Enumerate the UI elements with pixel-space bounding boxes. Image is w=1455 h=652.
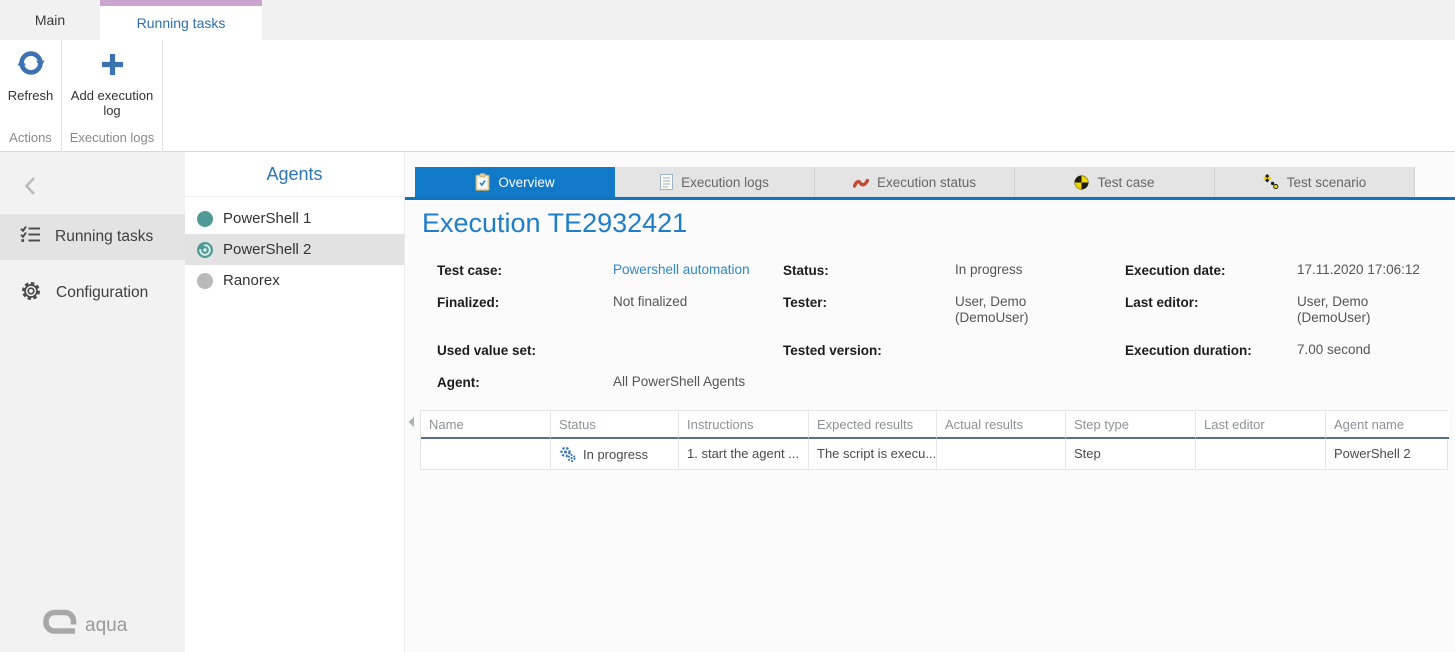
agent-label: Ranorex bbox=[223, 272, 280, 289]
column-header-instructions[interactable]: Instructions bbox=[679, 411, 809, 439]
tab-test-scenario[interactable]: Test scenario bbox=[1215, 167, 1415, 197]
ribbon-toolbar: Refresh Actions Add execution log bbox=[0, 40, 1455, 152]
agent-row-powershell-2[interactable]: PowerShell 2 bbox=[185, 234, 404, 265]
field-value-execution-date: 17.11.2020 17:06:12 bbox=[1297, 262, 1455, 278]
tab-label: Execution status bbox=[877, 175, 976, 190]
field-label-agent: Agent: bbox=[437, 374, 613, 392]
agents-panel: Agents PowerShell 1 PowerShell 2 Ranore bbox=[185, 152, 405, 652]
field-label-tested-version: Tested version: bbox=[783, 342, 955, 360]
tab-execution-logs[interactable]: Execution logs bbox=[615, 167, 815, 197]
steps-table: Name Status Instructions Expected result… bbox=[420, 410, 1448, 470]
gears-icon bbox=[559, 446, 577, 463]
ribbon: Main Running tasks Re bbox=[0, 0, 1455, 152]
column-header-actual-results[interactable]: Actual results bbox=[937, 411, 1066, 439]
aqua-logo-text: aqua bbox=[85, 615, 127, 637]
cell-step-type: Step bbox=[1066, 439, 1196, 469]
column-header-agent-name[interactable]: Agent name bbox=[1326, 411, 1449, 439]
tab-label: Test case bbox=[1097, 175, 1154, 190]
triangle-left-icon bbox=[407, 415, 415, 432]
cell-agent-name: PowerShell 2 bbox=[1326, 439, 1449, 469]
status-wave-icon bbox=[853, 176, 869, 189]
field-label-status: Status: bbox=[783, 262, 955, 280]
gear-icon bbox=[20, 280, 42, 307]
field-value-tester: User, Demo (DemoUser) bbox=[955, 294, 1067, 326]
agent-running-spinner-icon bbox=[197, 242, 213, 258]
group-label-actions: Actions bbox=[0, 126, 61, 152]
agent-offline-icon bbox=[197, 273, 213, 289]
field-value-status: In progress bbox=[955, 262, 1125, 278]
cell-name bbox=[421, 439, 551, 469]
test-case-icon bbox=[1074, 175, 1089, 190]
agent-online-icon bbox=[197, 211, 213, 227]
column-header-name[interactable]: Name bbox=[421, 411, 551, 439]
column-header-status[interactable]: Status bbox=[551, 411, 679, 439]
page-title: Execution TE2932421 bbox=[422, 208, 687, 239]
sidebar-item-label: Running tasks bbox=[55, 228, 153, 246]
collapse-sidebar-button[interactable] bbox=[22, 174, 38, 203]
cell-last-editor bbox=[1196, 439, 1326, 469]
aqua-logo: aqua bbox=[42, 609, 127, 642]
tab-label: Execution logs bbox=[681, 175, 769, 190]
tab-label: Overview bbox=[498, 175, 554, 190]
content-tab-strip: Overview Execution logs Execution sta bbox=[415, 167, 1415, 197]
sidebar-item-configuration[interactable]: Configuration bbox=[0, 270, 185, 316]
field-value-last-editor: User, Demo (DemoUser) bbox=[1297, 294, 1409, 326]
agent-row-ranorex[interactable]: Ranorex bbox=[185, 265, 404, 296]
sidebar: Running tasks Configuration aqua bbox=[0, 152, 185, 652]
test-case-link[interactable]: Powershell automation bbox=[613, 262, 783, 278]
cell-expected-results: The script is execu... bbox=[809, 439, 937, 469]
field-label-finalized: Finalized: bbox=[437, 294, 613, 312]
field-label-test-case: Test case: bbox=[437, 262, 613, 280]
aqua-logo-icon bbox=[42, 609, 78, 642]
cell-status-label: In progress bbox=[583, 440, 648, 469]
add-execution-log-button[interactable]: Add execution log bbox=[68, 48, 156, 119]
field-value-execution-duration: 7.00 second bbox=[1297, 342, 1455, 358]
execution-details: Test case: Powershell automation Status:… bbox=[437, 262, 1455, 406]
toolbar-group-execution-logs: Add execution log Execution logs bbox=[62, 40, 163, 152]
tab-execution-status[interactable]: Execution status bbox=[815, 167, 1015, 197]
collapse-panel-arrow[interactable] bbox=[407, 415, 415, 433]
field-value-agent: All PowerShell Agents bbox=[613, 374, 783, 390]
field-label-execution-date: Execution date: bbox=[1125, 262, 1297, 280]
tab-label: Test scenario bbox=[1287, 175, 1367, 190]
chevron-left-icon bbox=[22, 185, 38, 202]
ribbon-tab-running-tasks[interactable]: Running tasks bbox=[100, 0, 262, 40]
agent-row-powershell-1[interactable]: PowerShell 1 bbox=[185, 203, 404, 234]
sidebar-item-label: Configuration bbox=[56, 284, 148, 302]
agents-list: PowerShell 1 PowerShell 2 Ranorex bbox=[185, 203, 404, 296]
column-header-expected-results[interactable]: Expected results bbox=[809, 411, 937, 439]
field-label-tester: Tester: bbox=[783, 294, 955, 312]
field-value-finalized: Not finalized bbox=[613, 294, 783, 310]
cell-status: In progress bbox=[551, 439, 679, 469]
agents-panel-title: Agents bbox=[185, 152, 404, 197]
test-scenario-icon bbox=[1263, 174, 1279, 190]
column-header-last-editor[interactable]: Last editor bbox=[1196, 411, 1326, 439]
app-window: Main Running tasks Re bbox=[0, 0, 1455, 652]
document-icon bbox=[660, 174, 673, 190]
cell-actual-results bbox=[937, 439, 1066, 469]
content-area: Overview Execution logs Execution sta bbox=[405, 152, 1455, 652]
tab-test-case[interactable]: Test case bbox=[1015, 167, 1215, 197]
sidebar-item-running-tasks[interactable]: Running tasks bbox=[0, 214, 185, 260]
agent-label: PowerShell 2 bbox=[223, 241, 311, 258]
group-label-execution-logs: Execution logs bbox=[62, 126, 162, 152]
cell-instructions: 1. start the agent ... bbox=[679, 439, 809, 469]
clipboard-icon bbox=[475, 173, 490, 191]
plus-icon bbox=[99, 48, 126, 83]
field-label-used-value-set: Used value set: bbox=[437, 342, 613, 360]
field-label-last-editor: Last editor: bbox=[1125, 294, 1297, 312]
toolbar-group-actions: Refresh Actions bbox=[0, 40, 62, 152]
refresh-icon bbox=[16, 48, 46, 83]
task-list-icon bbox=[20, 225, 41, 249]
field-label-execution-duration: Execution duration: bbox=[1125, 342, 1297, 360]
add-execution-log-label: Add execution log bbox=[68, 88, 156, 119]
agent-label: PowerShell 1 bbox=[223, 210, 311, 227]
tab-underline bbox=[405, 197, 1455, 200]
ribbon-tab-main[interactable]: Main bbox=[0, 0, 100, 40]
column-header-step-type[interactable]: Step type bbox=[1066, 411, 1196, 439]
tab-overview[interactable]: Overview bbox=[415, 167, 615, 197]
ribbon-tab-strip: Main Running tasks bbox=[0, 0, 1455, 40]
